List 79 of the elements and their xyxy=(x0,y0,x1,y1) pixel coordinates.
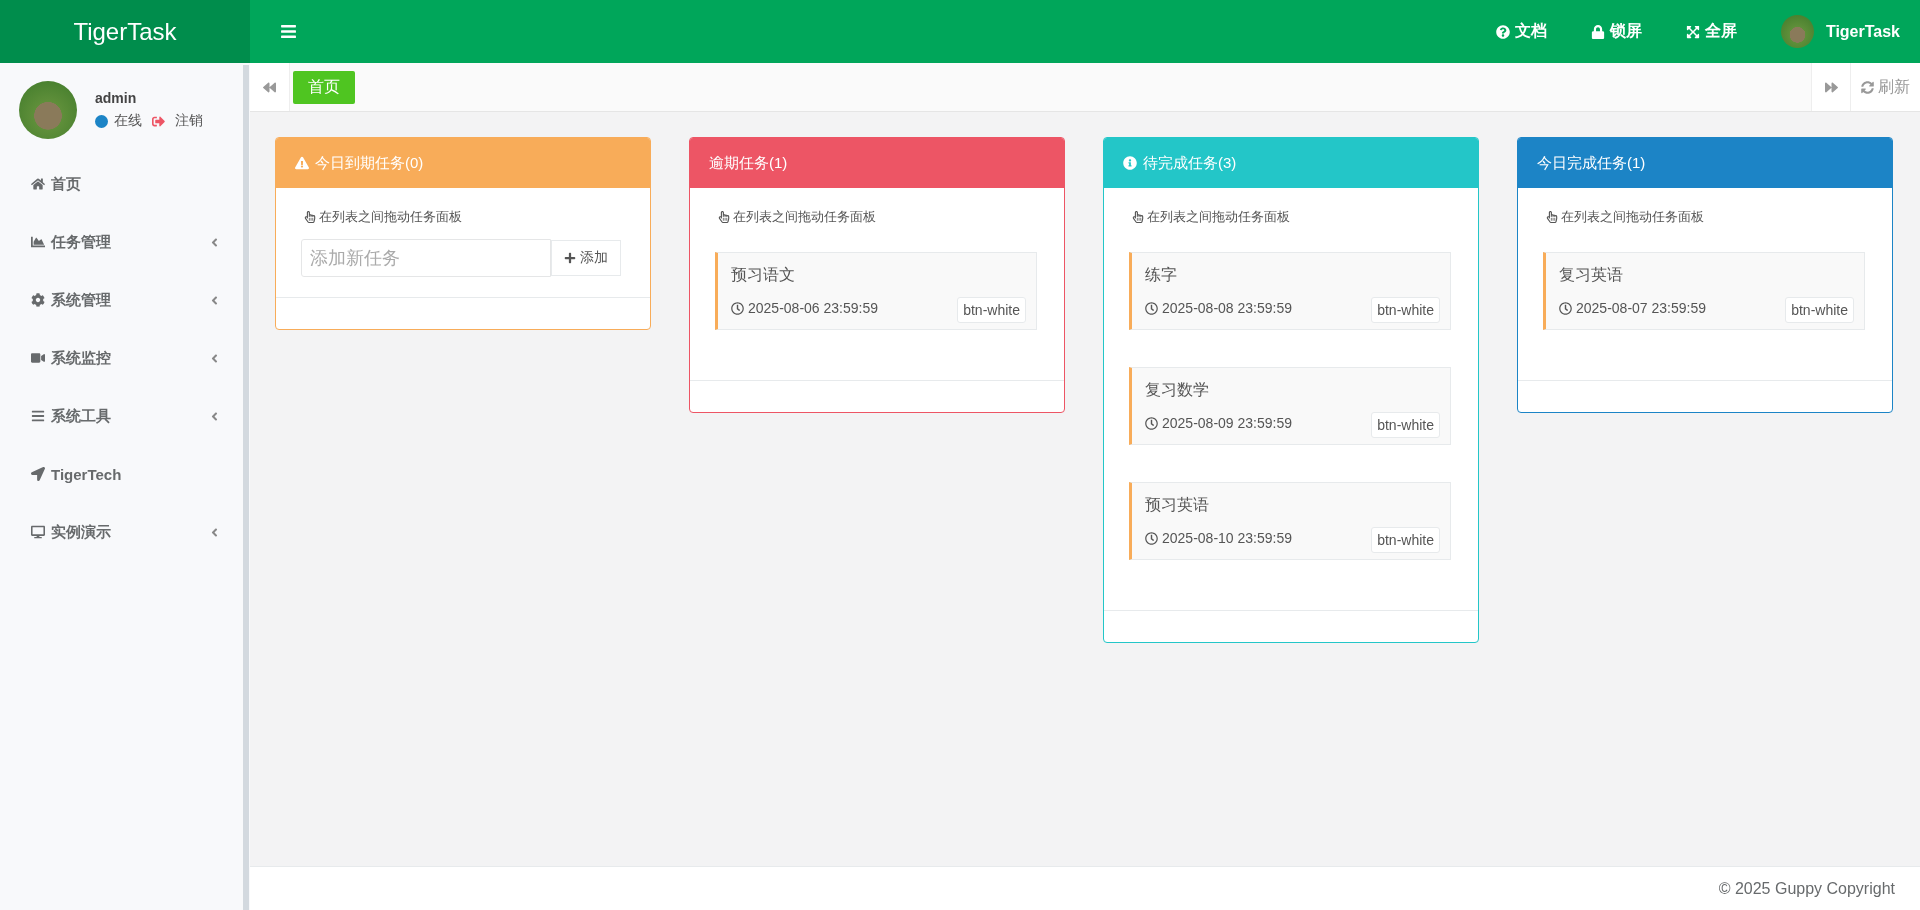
refresh-button[interactable]: 刷新 xyxy=(1851,63,1920,111)
task-card[interactable]: 预习英语 2025-08-10 23:59:59 btn-white xyxy=(1129,482,1451,560)
task-tag-button[interactable]: btn-white xyxy=(1785,297,1854,323)
task-date: 2025-08-06 23:59:59 xyxy=(748,300,878,316)
task-date: 2025-08-07 23:59:59 xyxy=(1576,300,1706,316)
logout-icon xyxy=(152,114,165,128)
column-title: 今日到期任务(0) xyxy=(315,153,424,173)
topbar-link[interactable]: 锁屏 xyxy=(1590,21,1642,42)
task-tag-button[interactable]: btn-white xyxy=(957,297,1026,323)
status-label: 在线 xyxy=(114,112,142,130)
sidebar-item[interactable]: TigerTech xyxy=(0,445,243,503)
task-title: 预习英语 xyxy=(1145,495,1210,515)
fullscreen-icon xyxy=(1685,24,1700,39)
profile-avatar xyxy=(19,81,77,139)
task-card[interactable]: 复习数学 2025-08-09 23:59:59 btn-white xyxy=(1129,367,1451,445)
warning-icon xyxy=(295,156,309,170)
backward-icon xyxy=(263,80,276,94)
lock-icon xyxy=(1590,24,1605,39)
clock-icon xyxy=(1559,301,1572,315)
monitor-icon xyxy=(31,525,45,539)
task-date: 2025-08-09 23:59:59 xyxy=(1162,415,1292,431)
sidebar-item[interactable]: 实例演示 xyxy=(0,503,243,561)
sidebar-item[interactable]: 系统监控 xyxy=(0,329,243,387)
task-date: 2025-08-08 23:59:59 xyxy=(1162,300,1292,316)
profile-name: admin xyxy=(95,90,138,106)
drag-hint: 在列表之间拖动任务面板 xyxy=(319,208,462,226)
task-title: 预习语文 xyxy=(731,265,796,285)
task-title: 复习英语 xyxy=(1559,265,1624,285)
topbar-link[interactable]: 文档 xyxy=(1495,21,1547,42)
location-arrow-icon xyxy=(31,467,45,481)
add-button[interactable]: 添加 xyxy=(551,240,621,276)
video-camera-icon xyxy=(31,351,45,365)
hand-pointer-icon xyxy=(718,211,730,223)
settings-icon xyxy=(31,293,45,307)
area-chart-icon xyxy=(31,235,45,249)
sidebar-item[interactable]: 系统管理 xyxy=(0,271,243,329)
drag-hint: 在列表之间拖动任务面板 xyxy=(1147,208,1290,226)
user-avatar[interactable] xyxy=(1780,15,1814,48)
column-title: 今日完成任务(1) xyxy=(1537,153,1646,173)
brand-logo: TigerTask xyxy=(0,0,250,63)
task-tag-button[interactable]: btn-white xyxy=(1371,412,1440,438)
hand-pointer-icon xyxy=(1132,211,1144,223)
task-date: 2025-08-10 23:59:59 xyxy=(1162,530,1292,546)
sidebar-item[interactable]: 任务管理 xyxy=(0,213,243,271)
menu-icon[interactable] xyxy=(280,23,297,40)
hand-pointer-icon xyxy=(304,211,316,223)
task-tag-button[interactable]: btn-white xyxy=(1371,297,1440,323)
new-task-field[interactable]: 添加新任务 xyxy=(301,239,551,277)
drag-hint: 在列表之间拖动任务面板 xyxy=(1561,208,1704,226)
sidebar-item[interactable]: 系统工具 xyxy=(0,387,243,445)
plus-icon xyxy=(564,252,576,264)
task-card[interactable]: 复习英语 2025-08-07 23:59:59 btn-white xyxy=(1543,252,1865,330)
clock-icon xyxy=(731,301,744,315)
topbar-link[interactable]: 全屏 xyxy=(1685,21,1737,42)
sidebar-item[interactable]: 首页 xyxy=(0,155,243,213)
clock-icon xyxy=(1145,301,1158,315)
hand-pointer-icon xyxy=(1546,211,1558,223)
task-card[interactable]: 练字 2025-08-08 23:59:59 btn-white xyxy=(1129,252,1451,330)
help-icon xyxy=(1495,24,1510,39)
list-icon xyxy=(31,409,45,423)
scrollbar[interactable] xyxy=(243,65,249,910)
task-title: 练字 xyxy=(1145,265,1178,285)
task-title: 复习数学 xyxy=(1145,380,1210,400)
copyright-text: © 2025 Guppy Copyright xyxy=(1718,879,1895,898)
clock-icon xyxy=(1145,416,1158,430)
scroll-right-button[interactable] xyxy=(1811,63,1851,111)
column-title: 待完成任务(3) xyxy=(1143,153,1237,173)
user-name[interactable]: TigerTask xyxy=(1825,22,1900,41)
info-icon xyxy=(1123,156,1137,170)
forward-icon xyxy=(1824,80,1838,94)
refresh-icon xyxy=(1861,80,1874,94)
drag-hint: 在列表之间拖动任务面板 xyxy=(733,208,876,226)
logout-link[interactable]: 注销 xyxy=(175,112,203,130)
task-tag-button[interactable]: btn-white xyxy=(1371,527,1440,553)
clock-icon xyxy=(1145,531,1158,545)
column-title: 逾期任务(1) xyxy=(709,153,788,173)
task-card[interactable]: 预习语文 2025-08-06 23:59:59 btn-white xyxy=(715,252,1037,330)
home-icon xyxy=(31,177,45,191)
scroll-left-button[interactable] xyxy=(250,63,290,111)
